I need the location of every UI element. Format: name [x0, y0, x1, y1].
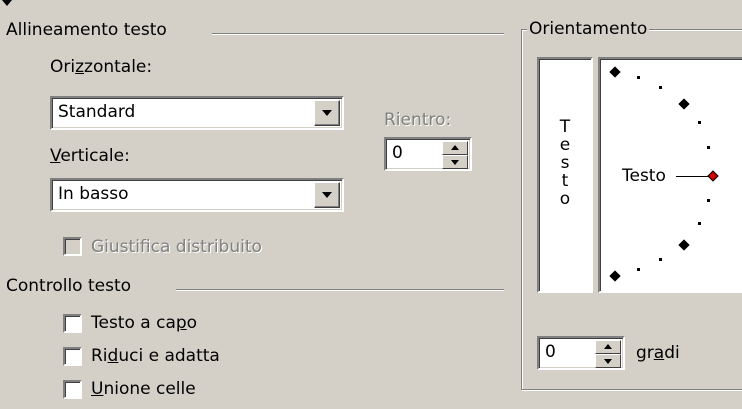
dial-tick: [659, 86, 662, 89]
wrap-text-label: Testo a capo: [91, 313, 198, 333]
merge-cells-label: Unione celle: [91, 379, 196, 399]
diamond-marker-icon: [609, 270, 621, 282]
text-control-section-divider: [176, 289, 504, 291]
vertical-alignment-value: In basso: [58, 184, 129, 204]
justify-distributed-label: Giustifica distribuito: [91, 237, 262, 257]
alignment-section-title: Allineamento testo: [6, 20, 167, 40]
horizontal-alignment-dropdown-button[interactable]: [314, 100, 340, 126]
dial-tick: [698, 222, 701, 225]
dial-tick: [659, 258, 662, 261]
indent-label: Rientro:: [384, 110, 452, 130]
merge-cells-checkbox[interactable]: [63, 380, 82, 399]
degrees-spin-up-button[interactable]: [595, 340, 621, 354]
indent-value: 0: [392, 143, 403, 163]
vertical-alignment-dropdown-button[interactable]: [314, 182, 340, 208]
orientation-section-title: Orientamento: [527, 19, 650, 39]
shrink-to-fit-checkbox[interactable]: [63, 347, 82, 366]
vertical-text-letter: e: [559, 135, 571, 155]
dial-tick: [707, 199, 710, 202]
horizontal-alignment-value: Standard: [58, 102, 136, 122]
vertical-text-letter: t: [561, 171, 569, 191]
vertical-text-letter: T: [559, 117, 571, 137]
vertical-alignment-select[interactable]: In basso: [50, 178, 344, 212]
orientation-dial[interactable]: Testo: [598, 57, 742, 293]
dial-text: Testo: [622, 166, 666, 186]
vertical-text-button[interactable]: T e s t o: [537, 57, 593, 293]
horizontal-label: Orizzontale:: [50, 57, 153, 77]
justify-distributed-checkbox[interactable]: [63, 237, 82, 256]
dial-tick: [707, 146, 710, 149]
alignment-section-divider: [212, 33, 504, 35]
text-control-section-title: Controllo testo: [6, 276, 132, 296]
degrees-spinner[interactable]: 0: [537, 336, 625, 370]
degrees-spin-down-button[interactable]: [595, 354, 621, 368]
degrees-value: 0: [545, 342, 556, 362]
diamond-marker-icon: [707, 170, 719, 182]
vertical-label: Verticale:: [50, 146, 130, 166]
dial-pointer-line: [676, 176, 709, 177]
window-corner-mark: [2, 0, 12, 6]
dial-tick: [698, 121, 701, 124]
horizontal-alignment-select[interactable]: Standard: [50, 96, 344, 130]
spin-down-icon: [604, 359, 612, 364]
vertical-text-letter: s: [560, 153, 570, 173]
diamond-marker-icon: [678, 239, 690, 251]
indent-spinner[interactable]: 0: [384, 137, 472, 171]
indent-spin-up-button[interactable]: [442, 141, 468, 155]
wrap-text-checkbox[interactable]: [63, 314, 82, 333]
dial-tick: [637, 76, 640, 79]
vertical-text-letter: o: [559, 189, 571, 209]
spin-up-icon: [604, 344, 612, 349]
spin-down-icon: [451, 160, 459, 165]
diamond-marker-icon: [678, 98, 690, 110]
chevron-down-icon: [322, 192, 332, 198]
degrees-label: gradi: [636, 343, 680, 363]
shrink-to-fit-label: Riduci e adatta: [91, 346, 220, 366]
spin-up-icon: [451, 145, 459, 150]
chevron-down-icon: [322, 110, 332, 116]
diamond-marker-icon: [609, 66, 621, 78]
dial-tick: [637, 268, 640, 271]
indent-spin-down-button[interactable]: [442, 155, 468, 169]
